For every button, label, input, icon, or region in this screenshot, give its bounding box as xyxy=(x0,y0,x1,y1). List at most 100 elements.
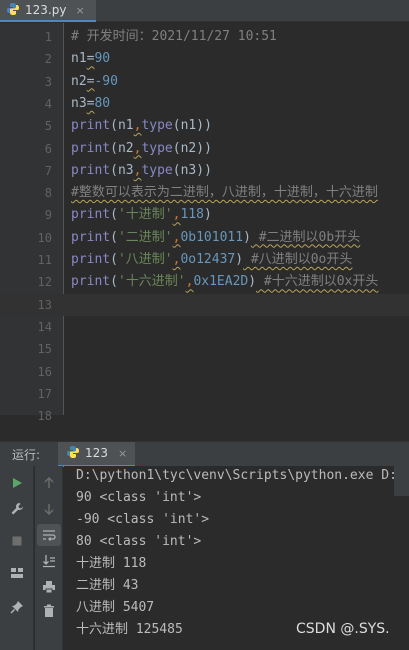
code-token: type xyxy=(141,140,173,156)
code-token: 90 xyxy=(94,51,111,67)
run-toolbar-left xyxy=(0,466,34,650)
code-editor[interactable]: 1 # 开发时间：2021/11/27 10:51 2 n1=90 3 n2=-90 4 n3… xyxy=(0,23,409,423)
code-token: type xyxy=(141,118,173,134)
code-token: # 开发时间：2021/11/27 10:51 xyxy=(71,29,277,44)
code-token: #整数可以表示为二进制，八进制，十进制，十六进制 xyxy=(71,185,378,201)
print-icon[interactable] xyxy=(37,576,61,598)
editor-tab-bar: 123.py × xyxy=(0,0,409,22)
code-line[interactable]: 16 xyxy=(0,361,409,383)
code-token: ( xyxy=(110,274,118,290)
line-number: 4 xyxy=(44,96,52,111)
code-line[interactable]: 15 xyxy=(0,338,409,360)
line-number: 5 xyxy=(44,119,52,134)
code-token: n2 xyxy=(71,73,87,89)
code-token: ) xyxy=(248,274,257,290)
wrench-icon[interactable] xyxy=(5,498,29,520)
line-number: 1 xyxy=(44,30,52,44)
code-line[interactable]: 13 xyxy=(0,293,409,316)
stop-icon[interactable] xyxy=(5,530,29,552)
python-file-icon xyxy=(66,444,80,463)
code-token: ( xyxy=(110,252,118,267)
code-line[interactable]: 18 xyxy=(0,405,409,427)
code-line[interactable]: 3 n2=-90 xyxy=(0,71,409,93)
line-number: 18 xyxy=(37,409,52,424)
code-text: n2=-90 xyxy=(71,71,118,93)
run-icon[interactable] xyxy=(5,472,29,494)
line-number: 13 xyxy=(37,297,52,312)
console-line: 90 <class 'int'> xyxy=(76,490,202,505)
code-line[interactable]: 10 print('二进制',0b101011) #二进制以0b开头 xyxy=(0,227,409,249)
tab-filename: 123.py xyxy=(25,3,67,17)
python-file-icon xyxy=(6,1,20,20)
line-number: 15 xyxy=(37,342,52,357)
console-line: 80 <class 'int'> xyxy=(76,534,202,549)
scroll-to-end-icon[interactable] xyxy=(37,550,61,572)
line-number: 2 xyxy=(44,52,52,67)
code-line[interactable]: 7 print(n3,type(n3)) xyxy=(0,160,409,182)
console-line: D:\python1\tyc\venv\Scripts\python.exe D… xyxy=(76,468,405,483)
code-text: print(n3,type(n3)) xyxy=(71,160,212,182)
code-token: '二进制' xyxy=(117,229,173,245)
code-token: 0o12437 xyxy=(180,252,236,267)
line-number: 14 xyxy=(37,319,52,334)
code-line[interactable]: 9 print('十进制',118) xyxy=(0,204,409,226)
code-token: 80 xyxy=(94,95,111,111)
line-number: 11 xyxy=(37,253,52,267)
code-line[interactable]: 6 print(n2,type(n2)) xyxy=(0,138,409,160)
code-token: (n2 xyxy=(110,140,134,156)
code-token: print xyxy=(71,229,111,245)
watermark: CSDN @.SYS. xyxy=(296,621,390,637)
code-line[interactable]: 14 xyxy=(0,316,409,338)
code-text: # 开发时间：2021/11/27 10:51 xyxy=(71,26,277,48)
code-token: print xyxy=(71,274,111,290)
code-token: type xyxy=(141,162,173,178)
code-text: print(n2,type(n2)) xyxy=(71,138,212,160)
run-toolbar-right xyxy=(35,466,63,650)
code-token: ) xyxy=(203,207,212,223)
line-number: 6 xyxy=(44,141,52,156)
code-line[interactable]: 1 # 开发时间：2021/11/27 10:51 xyxy=(0,26,409,48)
code-text: print(n1,type(n1)) xyxy=(71,115,212,137)
code-token: print xyxy=(71,118,111,134)
code-line[interactable]: 5 print(n1,type(n1)) xyxy=(0,115,409,137)
code-token: (n3)) xyxy=(172,162,212,178)
tab-123-py[interactable]: 123.py × xyxy=(0,0,96,22)
code-token: #二进制以0b开头 xyxy=(250,229,361,245)
code-token: print xyxy=(71,162,111,178)
run-tab-123[interactable]: 123 × xyxy=(58,441,136,467)
trash-icon[interactable] xyxy=(37,600,61,622)
arrow-down-icon[interactable] xyxy=(37,498,61,520)
close-icon[interactable]: × xyxy=(118,447,127,460)
code-line[interactable]: 12 print('十六进制',0x1EA2D) #十六进制以0x开头 xyxy=(0,271,409,293)
code-token: 118 xyxy=(180,207,204,223)
code-token: 0b101011 xyxy=(180,229,244,245)
code-token: n3 xyxy=(71,95,87,111)
code-token: ( xyxy=(110,207,118,223)
pin-icon[interactable] xyxy=(5,596,29,618)
code-line[interactable]: 11 print('八进制',0o12437) #八进制以0o开头 xyxy=(0,249,409,271)
soft-wrap-icon[interactable] xyxy=(37,524,61,546)
line-number: 16 xyxy=(37,364,52,379)
run-tab-label: 123 xyxy=(85,446,108,460)
code-line[interactable]: 8 #整数可以表示为二进制，八进制，十进制，十六进制 xyxy=(0,182,409,204)
arrow-up-icon[interactable] xyxy=(37,472,61,494)
code-token: #十六进制以0x开头 xyxy=(256,274,379,290)
code-line[interactable]: 17 xyxy=(0,383,409,405)
code-token: ) xyxy=(235,252,244,267)
code-line[interactable]: 4 n3=80 xyxy=(0,93,409,115)
code-token: -90 xyxy=(94,73,118,89)
line-number: 8 xyxy=(44,186,52,201)
code-token: '十进制' xyxy=(117,207,173,223)
code-text: #整数可以表示为二进制，八进制，十进制，十六进制 xyxy=(71,182,378,204)
code-line[interactable]: 2 n1=90 xyxy=(0,48,409,70)
line-number: 9 xyxy=(44,208,52,223)
code-token: ( xyxy=(110,229,118,245)
console-scrollbar[interactable] xyxy=(394,466,409,496)
code-text: print('十进制',118) xyxy=(71,204,212,226)
run-panel-title: 运行: xyxy=(12,447,41,462)
close-icon[interactable]: × xyxy=(75,4,84,17)
code-token: print xyxy=(71,252,111,267)
code-token: (n3 xyxy=(110,162,134,178)
code-text: n3=80 xyxy=(71,93,110,115)
layout-icon[interactable] xyxy=(5,562,29,584)
